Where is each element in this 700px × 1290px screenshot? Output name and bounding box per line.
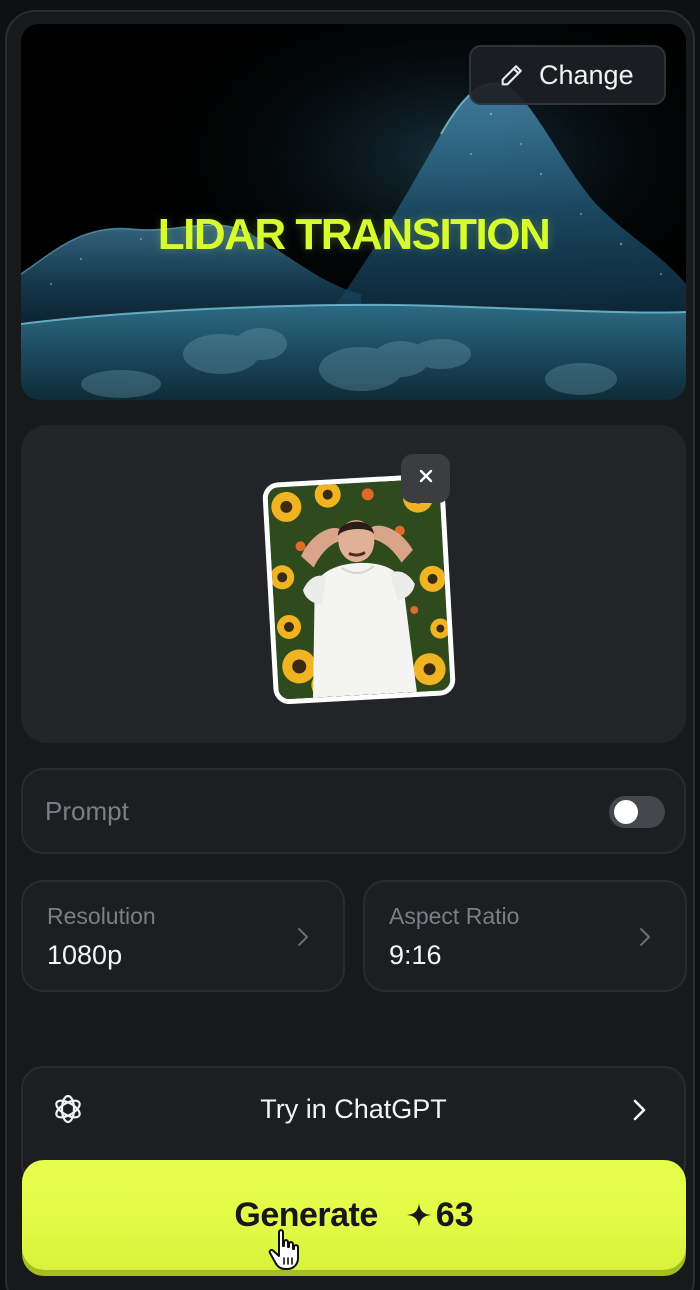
- chatgpt-label: Try in ChatGPT: [260, 1094, 447, 1124]
- credit-cost: 63: [435, 1195, 474, 1234]
- prompt-row: Prompt: [21, 768, 686, 854]
- sparkle-icon: [406, 1202, 432, 1228]
- close-icon: [418, 468, 434, 489]
- chevron-right-icon: [635, 925, 655, 949]
- aspect-ratio-label: Aspect Ratio: [389, 903, 520, 929]
- change-label: Change: [539, 59, 634, 90]
- remove-photo-button[interactable]: [401, 454, 450, 503]
- chevron-right-icon: [630, 1096, 650, 1124]
- resolution-value: 1080p: [47, 940, 123, 970]
- uploaded-photo: [261, 473, 457, 705]
- change-effect-button[interactable]: Change: [469, 45, 666, 105]
- toggle-knob: [614, 800, 638, 824]
- aspect-ratio-value: 9:16: [389, 940, 442, 970]
- prompt-toggle[interactable]: [609, 796, 665, 828]
- generate-button[interactable]: Generate 63: [22, 1160, 686, 1270]
- effect-title: LIDAR TRANSITION: [157, 210, 551, 259]
- aspect-ratio-selector[interactable]: Aspect Ratio 9:16: [363, 880, 687, 992]
- hand-pointer-cursor-icon: [267, 1228, 305, 1272]
- resolution-selector[interactable]: Resolution 1080p: [21, 880, 345, 992]
- resolution-label: Resolution: [47, 903, 156, 929]
- pencil-icon: [497, 60, 527, 90]
- generate-label: Generate: [234, 1195, 378, 1234]
- prompt-label: Prompt: [45, 796, 129, 826]
- chevron-right-icon: [293, 925, 313, 949]
